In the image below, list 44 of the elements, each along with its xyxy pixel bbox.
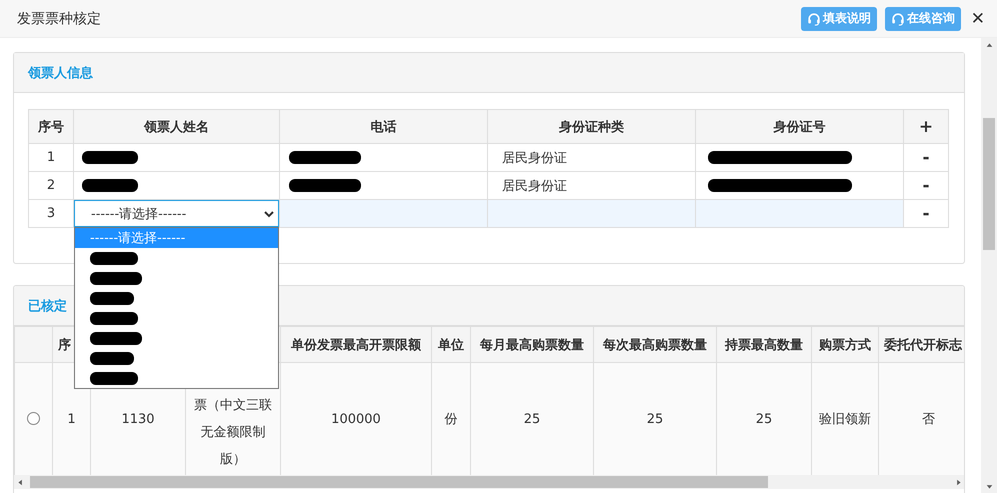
table-cell: 25 [470, 362, 594, 476]
column-header: 序号 [28, 110, 74, 144]
scroll-arrow-icon[interactable] [16, 478, 24, 486]
table-cell: 验旧领新 [812, 362, 878, 476]
table-cell: 25 [716, 362, 812, 476]
scroll-arrow-icon[interactable] [986, 482, 992, 490]
remove-button[interactable]: - [904, 172, 948, 200]
scroll-arrow-icon[interactable] [954, 478, 962, 486]
column-header: 委托代开标志 [884, 338, 962, 352]
add-button[interactable]: + [904, 110, 948, 144]
headset-icon [806, 12, 821, 26]
column-header: 电话 [280, 110, 488, 144]
vertical-scrollbar[interactable] [981, 38, 997, 493]
table-cell: 25 [594, 362, 716, 476]
name-select[interactable]: ------请选择------ [74, 200, 279, 227]
column-header: 序 [58, 338, 71, 352]
column-header: 每次最高购票数量 [603, 338, 707, 352]
section-title: 领票人信息 [28, 64, 93, 82]
table-cell: 2 [28, 172, 74, 200]
column-header: 持票最高数量 [725, 338, 803, 352]
close-icon[interactable]: ✕ [970, 8, 985, 28]
column-header: 每月最高购票数量 [480, 338, 584, 352]
scroll-arrow-icon[interactable] [986, 42, 992, 48]
remove-button[interactable]: - [904, 144, 948, 172]
column-header: 单份发票最高开票限额 [291, 338, 421, 352]
scroll-thumb[interactable] [983, 118, 995, 250]
column-header: 身份证种类 [488, 110, 696, 144]
radio-button[interactable] [27, 412, 40, 426]
table-cell: 居民身份证 [488, 144, 696, 172]
chevron-down-icon [264, 210, 274, 218]
column-header: 领票人姓名 [74, 110, 280, 144]
section-title: 已核定 [28, 298, 67, 314]
column-header: 单位 [438, 338, 464, 352]
scroll-thumb[interactable] [30, 476, 768, 488]
column-header: 身份证号 [696, 110, 904, 144]
remove-button[interactable]: - [904, 200, 948, 228]
table-cell: 份 [432, 362, 470, 476]
table-cell: 否 [878, 362, 964, 476]
table-cell: 1 [28, 144, 74, 172]
horizontal-scrollbar[interactable] [14, 475, 964, 489]
headset-icon [890, 12, 905, 26]
column-header: 购票方式 [819, 338, 871, 352]
table-cell: 100000 [280, 362, 432, 476]
window-title: 发票票种核定 [17, 10, 102, 28]
